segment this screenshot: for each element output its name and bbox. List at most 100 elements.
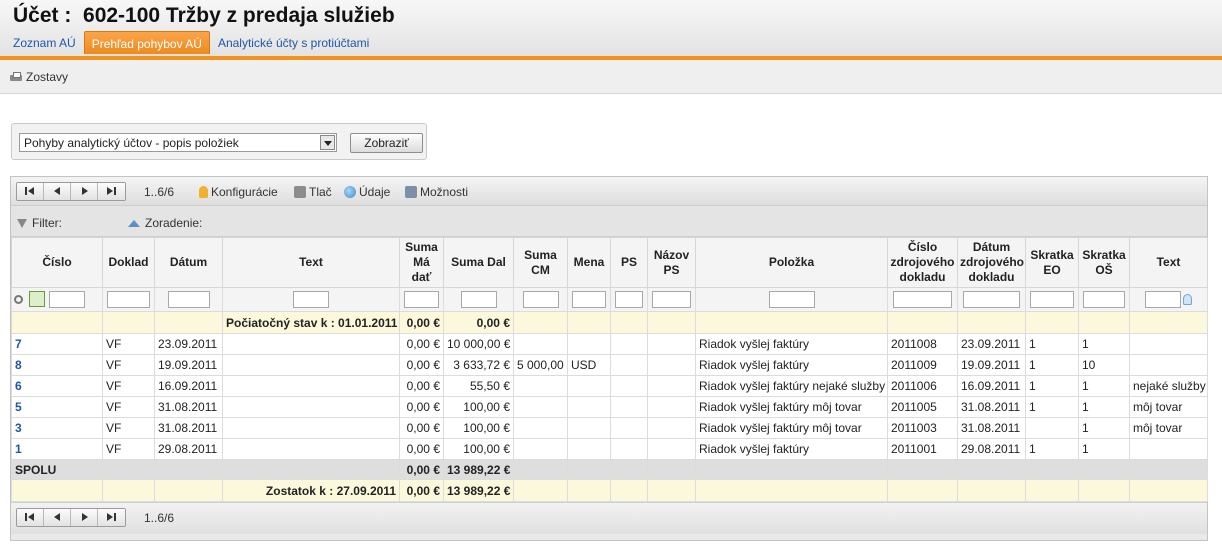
col-doklad[interactable]: Doklad: [102, 237, 155, 288]
cell-cislo: 8: [11, 354, 103, 376]
table-row[interactable]: 1 VF 29.08.2011 0,00 €100,00 € Riadok vyšlej…: [11, 438, 1208, 460]
cell-dal: 3 633,72 €: [443, 354, 514, 376]
col-suma-ma-dat[interactable]: Suma Má dať: [399, 237, 444, 288]
printer-icon: [10, 72, 22, 82]
funnel-icon: [17, 218, 27, 228]
cell-os: 1: [1078, 375, 1130, 397]
sort-toggle[interactable]: Zoradenie:: [128, 216, 202, 230]
cell-doklad: VF: [102, 438, 155, 460]
filter-os-input[interactable]: [1083, 291, 1125, 308]
row-number-link[interactable]: 7: [15, 337, 22, 351]
col-ps[interactable]: PS: [610, 237, 648, 288]
col-text[interactable]: Text: [222, 237, 400, 288]
footer-last-page-button[interactable]: [98, 509, 125, 526]
opening-dal: 0,00 €: [443, 311, 514, 334]
chevron-down-icon[interactable]: [320, 135, 335, 150]
next-page-button[interactable]: [71, 183, 98, 200]
zostavy-button[interactable]: Zostavy: [10, 70, 68, 84]
cell-ps: [610, 438, 648, 460]
footer-prev-page-button[interactable]: [44, 509, 71, 526]
tab-analyticke-ucty[interactable]: Analytické účty s protiúčtami: [211, 31, 376, 54]
table-row[interactable]: 7 VF 23.09.2011 0,00 €10 000,00 € Riadok vyš…: [11, 333, 1208, 355]
cell-text-2: nejaké služby: [1129, 375, 1208, 397]
report-select-panel: Pohyby analytický účtov - popis položiek…: [11, 123, 427, 160]
col-datum[interactable]: Dátum: [154, 237, 223, 288]
cell-cislo: 7: [11, 333, 103, 355]
filter-cm-input[interactable]: [522, 291, 559, 308]
filter-cislo-input[interactable]: [49, 291, 85, 308]
cell-eo: [1025, 417, 1079, 439]
col-text-2[interactable]: Text: [1129, 237, 1208, 288]
footer-page-info: 1..6/6: [144, 511, 175, 525]
configurations-button[interactable]: Konfigurácie: [199, 185, 278, 199]
cell-eo: 1: [1025, 438, 1079, 460]
filter-datum-input[interactable]: [167, 291, 210, 308]
filter-cell-datum: [154, 287, 223, 312]
filter-datum-zd-input[interactable]: [963, 291, 1020, 308]
data-button[interactable]: Údaje: [344, 185, 390, 199]
table-row[interactable]: 5 VF 31.08.2011 0,00 €100,00 € Riadok vyšlej…: [11, 396, 1208, 418]
tab-prehlad-pohybov-au[interactable]: Prehľad pohybov AÚ: [83, 31, 210, 54]
col-suma-dal[interactable]: Suma Dal: [443, 237, 514, 288]
table-row[interactable]: 3 VF 31.08.2011 0,00 €100,00 € Riadok vyšlej…: [11, 417, 1208, 439]
next-page-icon: [82, 513, 88, 521]
cell-datum-zd: 29.08.2011: [957, 438, 1026, 460]
cell-cm: [513, 333, 568, 355]
tab-zoznam-au[interactable]: Zoznam AÚ: [6, 31, 83, 54]
table-row[interactable]: 8 VF 19.09.2011 0,00 €3 633,72 €5 000,00 USD…: [11, 354, 1208, 376]
filter-cislo-zd-input[interactable]: [893, 291, 952, 308]
col-suma-cm[interactable]: Suma CM: [513, 237, 568, 288]
total-ma-dat: 0,00 €: [399, 459, 444, 480]
col-nazov-ps[interactable]: Názov PS: [647, 237, 696, 288]
first-page-button[interactable]: [17, 183, 44, 200]
footer-next-page-button[interactable]: [71, 509, 98, 526]
cell-ma-dat: 0,00 €: [399, 396, 444, 418]
cell-ma-dat: 0,00 €: [399, 333, 444, 355]
filter-polozka-input[interactable]: [768, 291, 815, 308]
cell-os: 1: [1078, 417, 1130, 439]
table-row[interactable]: 6 VF 16.09.2011 0,00 €55,50 € Riadok vyšlej …: [11, 375, 1208, 397]
row-number-link[interactable]: 8: [15, 358, 22, 372]
filter-ma-dat-input[interactable]: [403, 291, 440, 308]
search-icon[interactable]: [14, 294, 23, 304]
col-polozka[interactable]: Položka: [695, 237, 888, 288]
prev-page-icon: [54, 187, 60, 195]
lightbulb-icon[interactable]: [1183, 293, 1192, 305]
zoom-icon[interactable]: [29, 291, 45, 308]
filter-ps-input[interactable]: [614, 291, 644, 308]
col-cislo[interactable]: Číslo: [11, 237, 103, 288]
filter-toggle[interactable]: Filter:: [17, 216, 62, 230]
cell-nazov-ps: [647, 417, 696, 439]
filter-eo-input[interactable]: [1030, 291, 1074, 308]
col-skratka-os[interactable]: Skratka OŠ: [1078, 237, 1130, 288]
report-select[interactable]: Pohyby analytický účtov - popis položiek: [19, 133, 337, 152]
show-button[interactable]: Zobraziť: [350, 133, 423, 153]
header: Účet : 602-100 Tržby z predaja služieb Z…: [0, 0, 1222, 56]
print-button[interactable]: Tlač: [294, 185, 332, 199]
filter-nazov-ps-input[interactable]: [652, 291, 691, 308]
last-page-button[interactable]: [98, 183, 125, 200]
cell-cislo: 5: [11, 396, 103, 418]
footer-first-page-button[interactable]: [17, 509, 44, 526]
filter-text-input[interactable]: [293, 291, 329, 308]
cell-polozka: Riadok vyšlej faktúry: [695, 333, 888, 355]
filter-mena-input[interactable]: [571, 291, 607, 308]
filter-text2-input[interactable]: [1145, 291, 1181, 308]
col-datum-zdrojoveho-dokladu[interactable]: Dátum zdrojového dokladu: [957, 237, 1026, 288]
filter-dal-input[interactable]: [460, 291, 497, 308]
row-number-link[interactable]: 5: [15, 400, 22, 414]
col-mena[interactable]: Mena: [567, 237, 611, 288]
col-skratka-eo[interactable]: Skratka EO: [1025, 237, 1079, 288]
last-page-arrow-icon: [107, 187, 113, 195]
cell-mena: [567, 375, 611, 397]
page-title: Účet : 602-100 Tržby z predaja služieb: [13, 4, 395, 27]
prev-page-button[interactable]: [44, 183, 71, 200]
row-number-link[interactable]: 1: [15, 442, 22, 456]
options-button[interactable]: Možnosti: [405, 185, 468, 199]
row-number-link[interactable]: 6: [15, 379, 22, 393]
row-number-link[interactable]: 3: [15, 421, 22, 435]
filter-cell-cislo: [11, 287, 103, 312]
cell-os: 10: [1078, 354, 1130, 376]
col-cislo-zdrojoveho-dokladu[interactable]: Číslo zdrojového dokladu: [887, 237, 958, 288]
filter-doklad-input[interactable]: [107, 291, 150, 308]
